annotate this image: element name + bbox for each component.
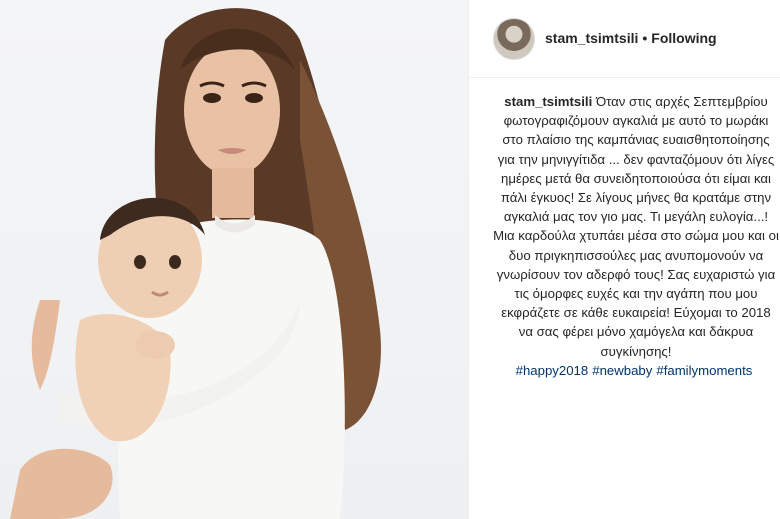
avatar[interactable] [493, 18, 535, 60]
caption-text: Όταν στις αρχές Σεπτεμβρίου φωτογραφιζόμ… [493, 94, 779, 359]
instagram-post: stam_tsimtsili • Following stam_tsimtsili … [0, 0, 780, 519]
header-text: stam_tsimtsili • Following [545, 28, 717, 48]
hashtag-list: #happy2018 #newbaby #familymoments [516, 363, 757, 378]
following-button[interactable]: Following [651, 30, 716, 46]
post-side-panel: stam_tsimtsili • Following stam_tsimtsili … [468, 0, 780, 519]
mother-and-baby-photo [10, 8, 381, 519]
header-separator: • [642, 30, 648, 46]
hashtag-link[interactable]: #happy2018 [516, 363, 589, 378]
post-header: stam_tsimtsili • Following [469, 0, 780, 78]
header-username[interactable]: stam_tsimtsili [545, 30, 638, 46]
hashtag-link[interactable]: #familymoments [656, 363, 752, 378]
hashtag-link[interactable]: #newbaby [592, 363, 652, 378]
post-photo[interactable] [0, 0, 468, 519]
post-caption: stam_tsimtsili Όταν στις αρχές Σεπτεμβρί… [493, 92, 779, 380]
caption-username[interactable]: stam_tsimtsili [504, 94, 592, 109]
